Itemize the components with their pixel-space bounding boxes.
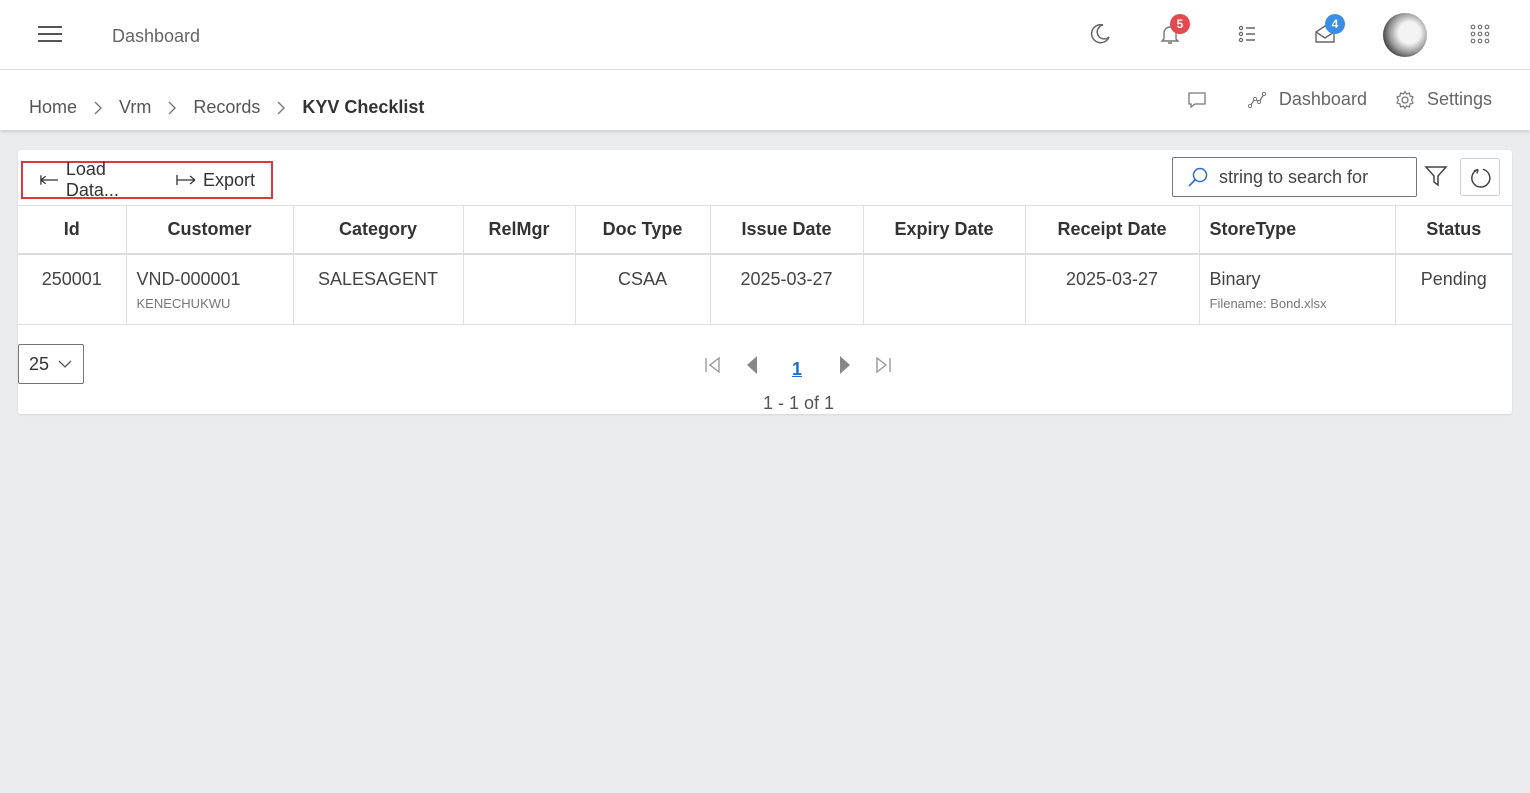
cell-issue-date: 2025-03-27 bbox=[709, 253, 864, 325]
filter-icon[interactable] bbox=[1424, 164, 1450, 190]
settings-label: Settings bbox=[1426, 89, 1492, 109]
column-header-category[interactable]: Category bbox=[292, 205, 464, 255]
prev-page-icon bbox=[747, 356, 757, 374]
page-number-current[interactable]: 1 bbox=[792, 359, 802, 380]
cell-status: Pending bbox=[1394, 253, 1512, 325]
prev-page-button[interactable] bbox=[742, 354, 764, 376]
column-header-receipt-date[interactable]: Receipt Date bbox=[1024, 205, 1200, 255]
storetype-value: Binary bbox=[1209, 268, 1261, 289]
app-title: Dashboard bbox=[112, 26, 201, 46]
menu-icon[interactable] bbox=[38, 24, 62, 44]
load-data-label: Load Data... bbox=[65, 159, 119, 200]
cell-id: 250001 bbox=[18, 253, 127, 325]
customer-code: VND-000001 bbox=[136, 268, 241, 289]
breadcrumb-records[interactable]: Records bbox=[193, 97, 260, 118]
top-bar: Dashboard 5 4 bbox=[0, 0, 1530, 70]
breadcrumb-home[interactable]: Home bbox=[29, 97, 77, 118]
table-header-row: Id Customer Category RelMgr Doc Type Iss… bbox=[18, 205, 1512, 255]
column-header-customer[interactable]: Customer bbox=[125, 205, 294, 255]
mail-icon[interactable]: 4 bbox=[1309, 14, 1345, 50]
customer-name: KENECHUKWU bbox=[136, 295, 231, 311]
search-input[interactable] bbox=[1219, 166, 1414, 188]
column-header-issue-date[interactable]: Issue Date bbox=[709, 205, 864, 255]
dashboard-button[interactable]: Dashboard bbox=[1247, 89, 1367, 110]
breadcrumb-current: KYV Checklist bbox=[302, 97, 425, 117]
refresh-icon bbox=[1471, 168, 1491, 188]
page-size-value: 25 bbox=[29, 353, 50, 374]
cell-category: SALESAGENT bbox=[292, 253, 464, 325]
next-page-icon bbox=[840, 356, 850, 374]
moon-icon[interactable] bbox=[1084, 18, 1116, 50]
export-label: Export bbox=[202, 169, 255, 190]
chevron-right-icon bbox=[277, 101, 286, 114]
column-header-id[interactable]: Id bbox=[18, 205, 127, 255]
chart-line-icon bbox=[1247, 91, 1266, 108]
chevron-right-icon bbox=[168, 101, 177, 114]
import-arrow-icon bbox=[40, 175, 58, 185]
settings-button[interactable]: Settings bbox=[1395, 89, 1492, 110]
refresh-button[interactable] bbox=[1460, 158, 1500, 196]
gear-icon bbox=[1396, 89, 1414, 110]
search-icon bbox=[1188, 167, 1208, 187]
cell-customer: VND-000001 KENECHUKWU bbox=[125, 253, 294, 325]
apps-grid-icon[interactable] bbox=[1464, 18, 1496, 50]
storetype-filename: Filename: Bond.xlsx bbox=[1209, 295, 1327, 311]
messages-badge: 4 bbox=[1325, 14, 1345, 34]
export-arrow-icon bbox=[176, 175, 196, 185]
records-panel: Load Data... Export Id Customer Category… bbox=[18, 150, 1512, 414]
bell-icon[interactable]: 5 bbox=[1154, 14, 1190, 50]
page-size-select[interactable]: 25 bbox=[18, 344, 84, 384]
notifications-badge: 5 bbox=[1170, 14, 1190, 34]
column-header-status[interactable]: Status bbox=[1394, 205, 1512, 255]
last-page-button[interactable] bbox=[872, 354, 894, 376]
page-info: 1 - 1 of 1 bbox=[763, 393, 835, 413]
export-button[interactable]: Export bbox=[175, 170, 255, 191]
cell-storetype: Binary Filename: Bond.xlsx bbox=[1198, 253, 1396, 325]
table-row[interactable]: 250001 VND-000001 KENECHUKWU SALESAGENT … bbox=[18, 253, 1512, 325]
cell-expiry-date bbox=[862, 253, 1026, 325]
avatar[interactable] bbox=[1383, 13, 1427, 57]
column-header-storetype[interactable]: StoreType bbox=[1198, 205, 1396, 255]
column-header-expiry-date[interactable]: Expiry Date bbox=[862, 205, 1026, 255]
cell-receipt-date: 2025-03-27 bbox=[1024, 253, 1200, 325]
breadcrumb-bar: Home Vrm Records KYV Checklist Dashboard… bbox=[0, 70, 1530, 130]
load-data-button[interactable]: Load Data... bbox=[39, 159, 159, 201]
first-page-icon bbox=[705, 356, 720, 374]
cell-doc-type: CSAA bbox=[574, 253, 711, 325]
first-page-button[interactable] bbox=[702, 354, 724, 376]
toolbar-actions: Load Data... Export bbox=[21, 159, 273, 201]
dashboard-label: Dashboard bbox=[1278, 89, 1367, 109]
breadcrumb-actions: Dashboard Settings bbox=[1159, 89, 1492, 110]
comment-icon bbox=[1188, 91, 1206, 108]
records-table: Id Customer Category RelMgr Doc Type Iss… bbox=[18, 205, 1512, 325]
column-header-relmgr[interactable]: RelMgr bbox=[462, 205, 576, 255]
search-field bbox=[1172, 157, 1417, 197]
breadcrumb-vrm[interactable]: Vrm bbox=[119, 97, 151, 118]
breadcrumb: Home Vrm Records KYV Checklist bbox=[29, 97, 424, 118]
chevron-right-icon bbox=[94, 101, 103, 114]
column-header-doc-type[interactable]: Doc Type bbox=[574, 205, 711, 255]
last-page-icon bbox=[876, 356, 891, 374]
comment-button[interactable] bbox=[1187, 90, 1219, 110]
list-icon[interactable] bbox=[1232, 18, 1264, 50]
chevron-down-icon bbox=[58, 360, 72, 368]
cell-relmgr bbox=[462, 253, 576, 325]
next-page-button[interactable] bbox=[833, 354, 855, 376]
